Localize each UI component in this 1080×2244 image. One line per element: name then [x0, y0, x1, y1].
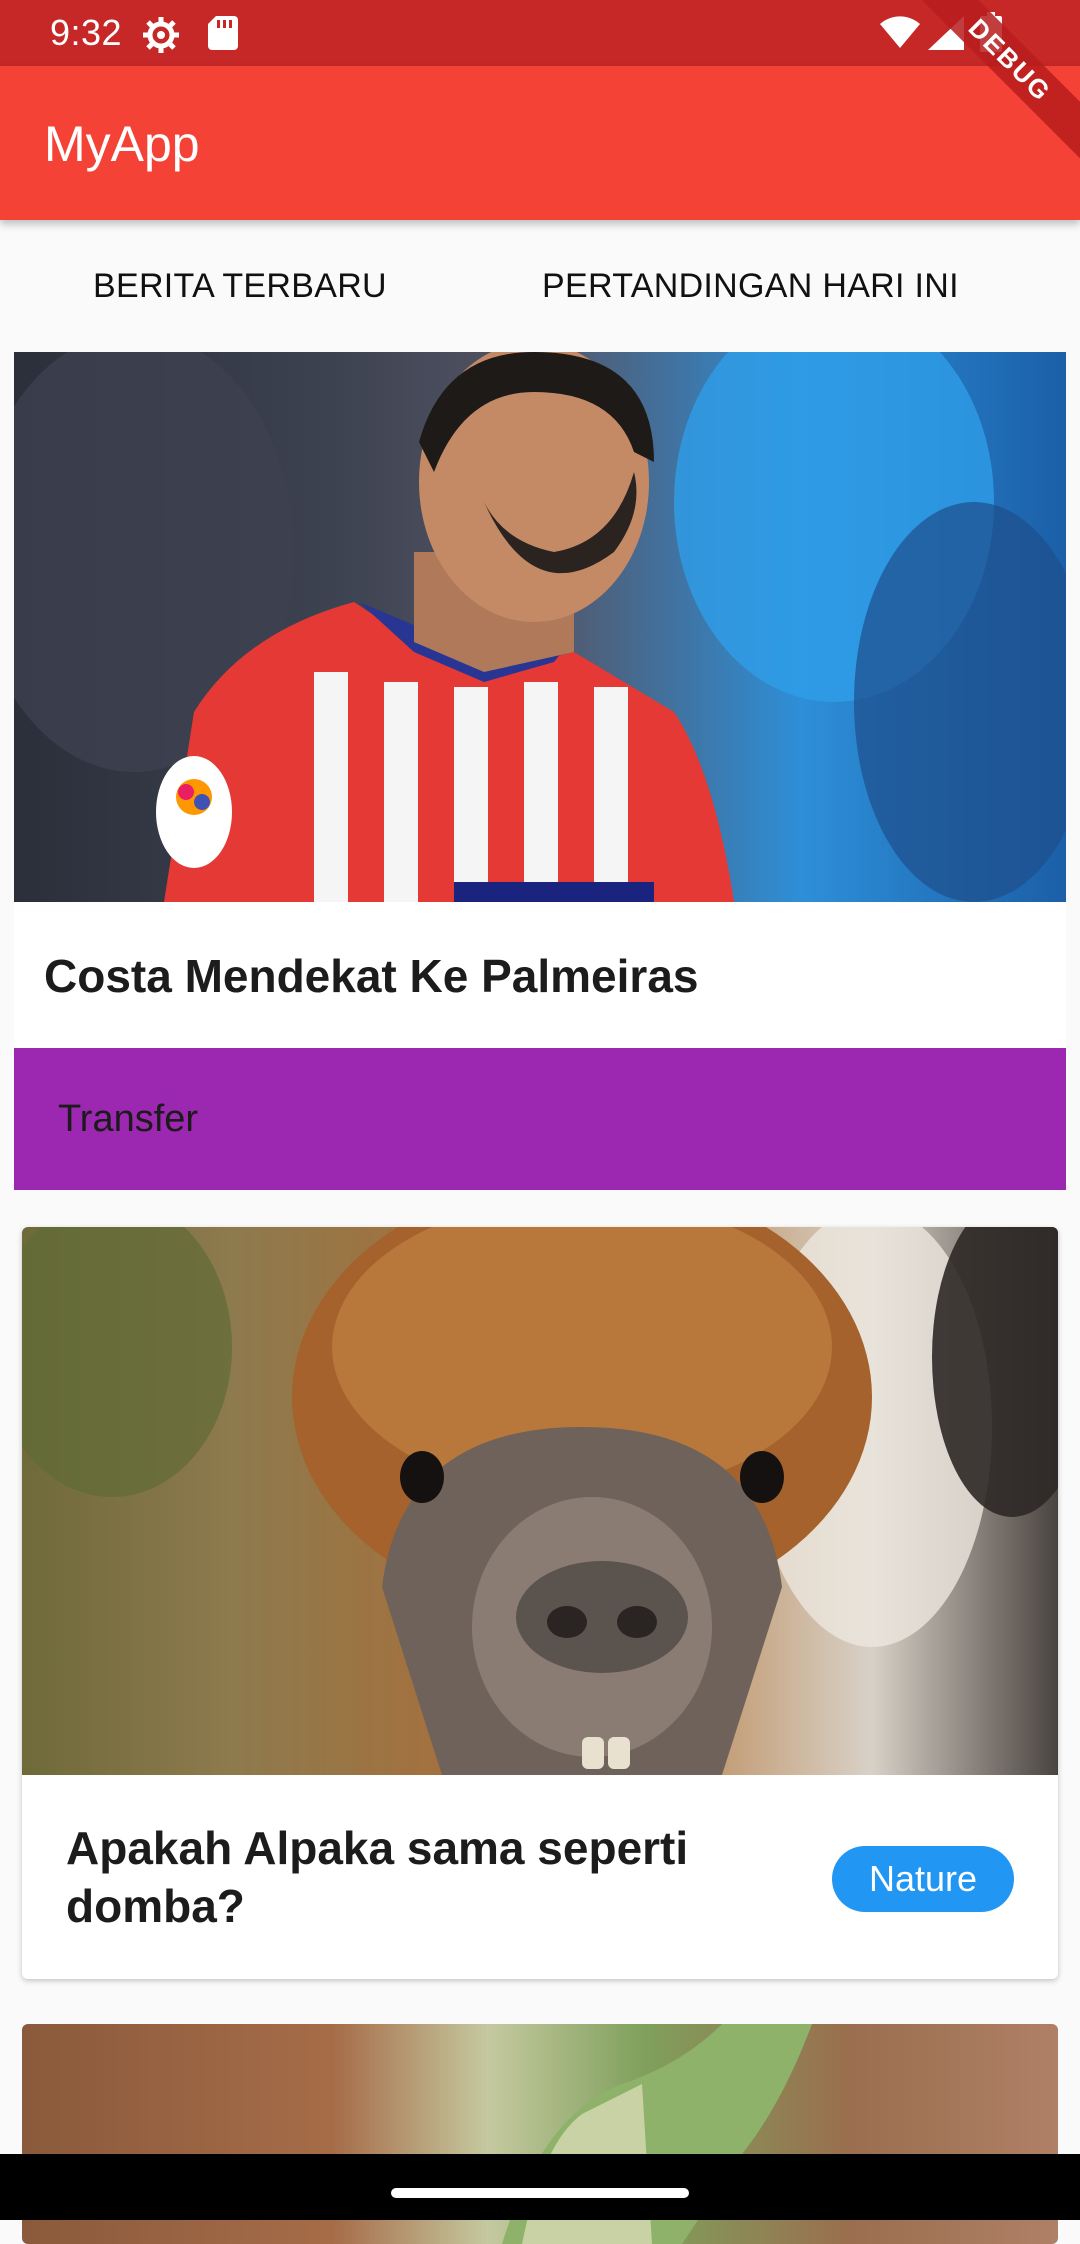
category-banner[interactable]: Transfer	[14, 1048, 1066, 1190]
status-bar: 9:32	[0, 0, 1080, 66]
category-label: Transfer	[58, 1098, 199, 1140]
navigation-bar	[0, 2154, 1080, 2220]
footballer-photo	[14, 352, 1066, 902]
category-chip[interactable]: Nature	[832, 1846, 1014, 1912]
article-title: Apakah Alpaka sama seperti domba?	[66, 1822, 689, 1932]
gear-icon	[143, 17, 179, 53]
article-card[interactable]: Apakah Alpaka sama seperti domba? Nature	[22, 1227, 1058, 1979]
tab-todays-matches[interactable]: PERTANDINGAN HARI INI	[542, 264, 959, 308]
article-card[interactable]: Costa Mendekat Ke Palmeiras Transfer	[14, 352, 1066, 1190]
sd-card-icon	[208, 16, 238, 50]
alpaca-photo	[22, 1227, 1058, 1775]
tab-bar: BERITA TERBARU PERTANDINGAN HARI INI	[0, 220, 1080, 350]
status-time: 9:32	[50, 12, 123, 53]
article-title: Costa Mendekat Ke Palmeiras	[44, 950, 699, 1002]
home-gesture-handle[interactable]	[391, 2188, 689, 2198]
app-bar: MyApp	[0, 66, 1080, 220]
wifi-icon	[880, 16, 920, 48]
app-title: MyApp	[44, 116, 200, 172]
tab-latest-news[interactable]: BERITA TERBARU	[93, 264, 387, 308]
